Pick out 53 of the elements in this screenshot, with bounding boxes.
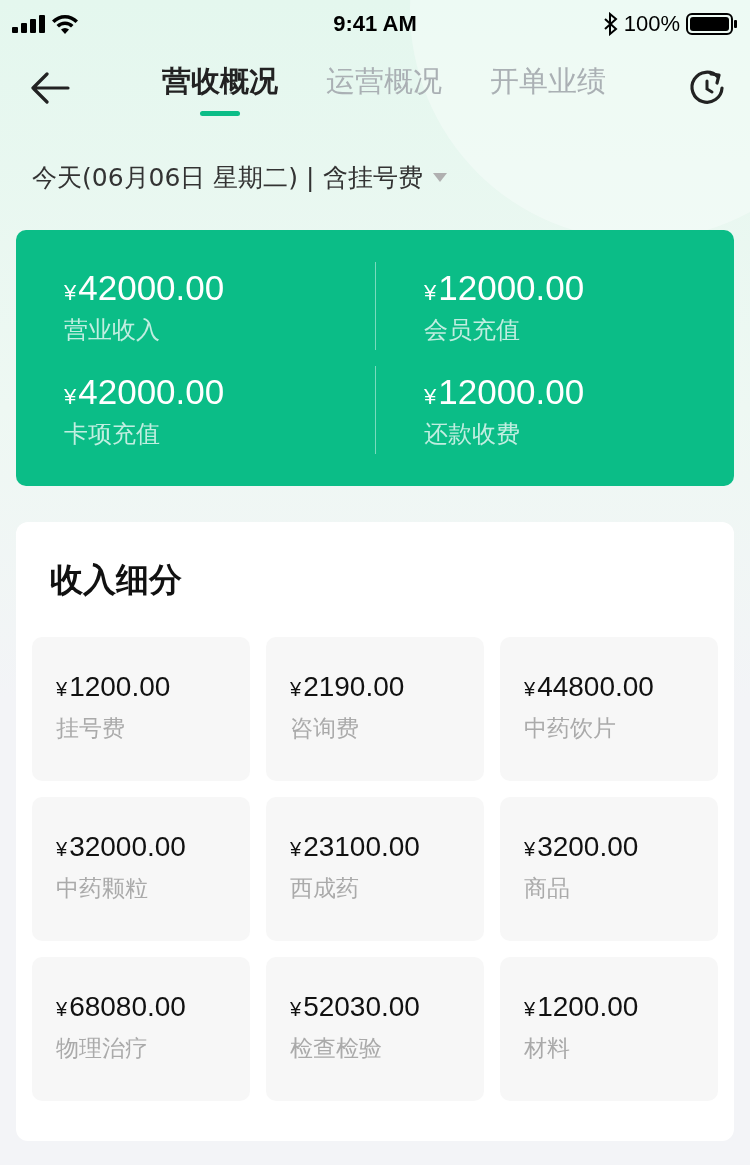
battery-icon (686, 13, 738, 35)
amount-label: 营业收入 (64, 315, 161, 346)
currency-symbol: ¥ (524, 998, 536, 1021)
currency-symbol: ¥ (64, 280, 77, 306)
amount: 32000.00 (69, 831, 186, 863)
amount: 44800.00 (537, 671, 654, 703)
currency-symbol: ¥ (290, 678, 302, 701)
currency-symbol: ¥ (424, 280, 437, 306)
wifi-icon (52, 14, 78, 34)
amount-label: 材料 (524, 1034, 571, 1063)
amount-label: 中药饮片 (524, 714, 617, 743)
amount: 23100.00 (303, 831, 420, 863)
amount-label: 商品 (524, 874, 571, 903)
currency-symbol: ¥ (290, 838, 302, 861)
currency-symbol: ¥ (424, 384, 437, 410)
amount-label: 卡项充值 (64, 419, 161, 450)
battery-percent: 100% (623, 11, 680, 37)
amount-label: 物理治疗 (56, 1034, 149, 1063)
amount-label: 咨询费 (290, 714, 360, 743)
amount: 68080.00 (69, 991, 186, 1023)
fee-filter-dropdown[interactable]: 含挂号费 (322, 160, 447, 194)
amount: 1200.00 (537, 991, 639, 1023)
currency-symbol: ¥ (56, 838, 68, 861)
bluetooth-icon (603, 12, 618, 36)
date-text: 今天(06月06日 星期二) (32, 161, 299, 194)
amount: 2190.00 (303, 671, 405, 703)
amount: 42000.00 (78, 372, 225, 412)
amount: 42000.00 (78, 268, 225, 308)
currency-symbol: ¥ (56, 678, 68, 701)
status-time: 9:41 AM (333, 11, 417, 37)
amount-label: 检查检验 (290, 1034, 383, 1063)
amount-label: 挂号费 (56, 714, 126, 743)
amount: 12000.00 (438, 372, 585, 412)
currency-symbol: ¥ (64, 384, 77, 410)
section-title: 收入细分 (50, 559, 183, 601)
caret-icon (432, 172, 447, 182)
signal-icon (12, 15, 46, 33)
currency-symbol: ¥ (56, 998, 68, 1021)
amount: 12000.00 (438, 268, 585, 308)
amount-label: 会员充值 (424, 315, 521, 346)
amount: 1200.00 (69, 671, 171, 703)
back-button[interactable] (30, 72, 70, 104)
refresh-button[interactable] (688, 69, 726, 107)
currency-symbol: ¥ (524, 838, 536, 861)
currency-symbol: ¥ (290, 998, 302, 1021)
amount: 52030.00 (303, 991, 420, 1023)
separator-text: | (306, 162, 315, 192)
amount-label: 还款收费 (424, 419, 521, 450)
amount-label: 中药颗粒 (56, 874, 149, 903)
currency-symbol: ¥ (524, 678, 536, 701)
amount: 3200.00 (537, 831, 639, 863)
tab[interactable]: 营收概况 (162, 55, 278, 121)
amount-label: 西成药 (290, 874, 360, 903)
